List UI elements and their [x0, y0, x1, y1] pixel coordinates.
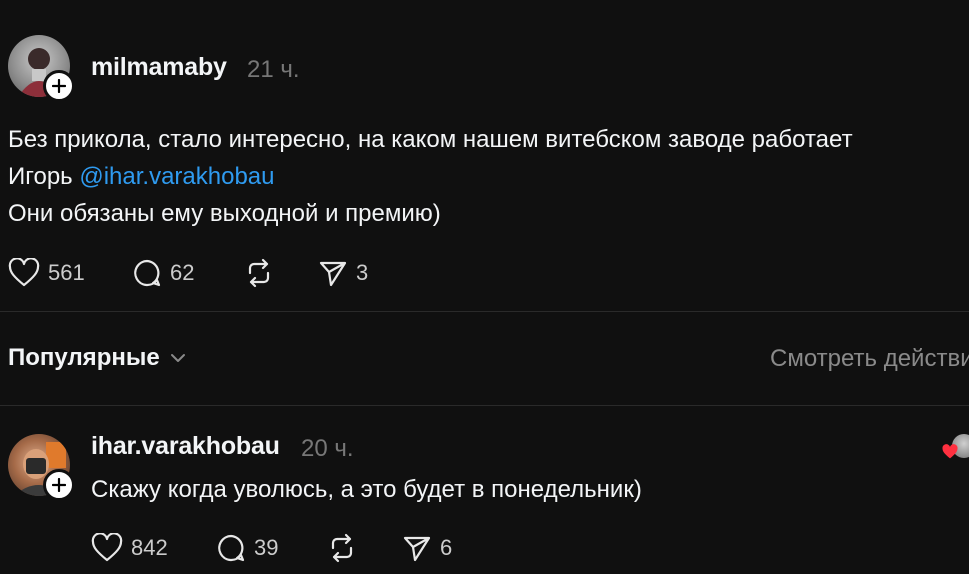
like-count: 842 [131, 535, 168, 560]
follow-plus-icon[interactable] [43, 469, 75, 501]
view-activity-link[interactable]: Смотреть действия [770, 345, 969, 373]
send-icon [319, 261, 347, 287]
comment-count: 39 [254, 535, 279, 560]
share-count: 6 [440, 535, 453, 560]
divider [0, 311, 969, 312]
share-button[interactable]: 3 [318, 258, 368, 288]
repost-icon [248, 258, 270, 288]
share-count: 3 [356, 260, 369, 285]
comment-icon [218, 534, 245, 562]
sort-dropdown[interactable]: Популярные [8, 344, 186, 372]
comment-icon [134, 259, 161, 287]
post-username[interactable]: milmamaby [91, 53, 227, 82]
reply-time: 20 ч. [301, 435, 354, 462]
post-text-line-3: Они обязаны ему выходной и премию) [8, 200, 441, 227]
post-time: 21 ч. [247, 56, 300, 83]
follow-plus-icon[interactable] [43, 70, 75, 102]
post-text-line-2: Игорь @ihar.varakhobau [8, 163, 275, 190]
chevron-down-icon [170, 354, 185, 362]
send-icon [403, 536, 431, 562]
sort-label: Популярные [8, 344, 160, 371]
share-button[interactable]: 6 [402, 533, 452, 563]
author-liked-indicator [941, 434, 969, 462]
mention-link[interactable]: @ihar.varakhobau [79, 163, 274, 190]
like-button[interactable]: 561 [8, 258, 85, 288]
heart-icon [8, 258, 40, 287]
divider [0, 405, 969, 406]
comment-button[interactable]: 39 [216, 533, 278, 563]
post-text-line-1: Без прикола, стало интересно, на каком н… [8, 126, 853, 153]
like-button[interactable]: 842 [91, 533, 168, 563]
repost-button[interactable] [327, 533, 357, 563]
comment-count: 62 [170, 260, 195, 285]
repost-icon [331, 533, 353, 563]
reply-username[interactable]: ihar.varakhobau [91, 432, 280, 461]
comment-button[interactable]: 62 [132, 258, 194, 288]
heart-icon [942, 444, 958, 459]
heart-icon [91, 533, 123, 562]
reply-text: Скажу когда уволюсь, а это будет в понед… [91, 476, 642, 503]
repost-button[interactable] [244, 258, 274, 288]
like-count: 561 [48, 260, 85, 285]
